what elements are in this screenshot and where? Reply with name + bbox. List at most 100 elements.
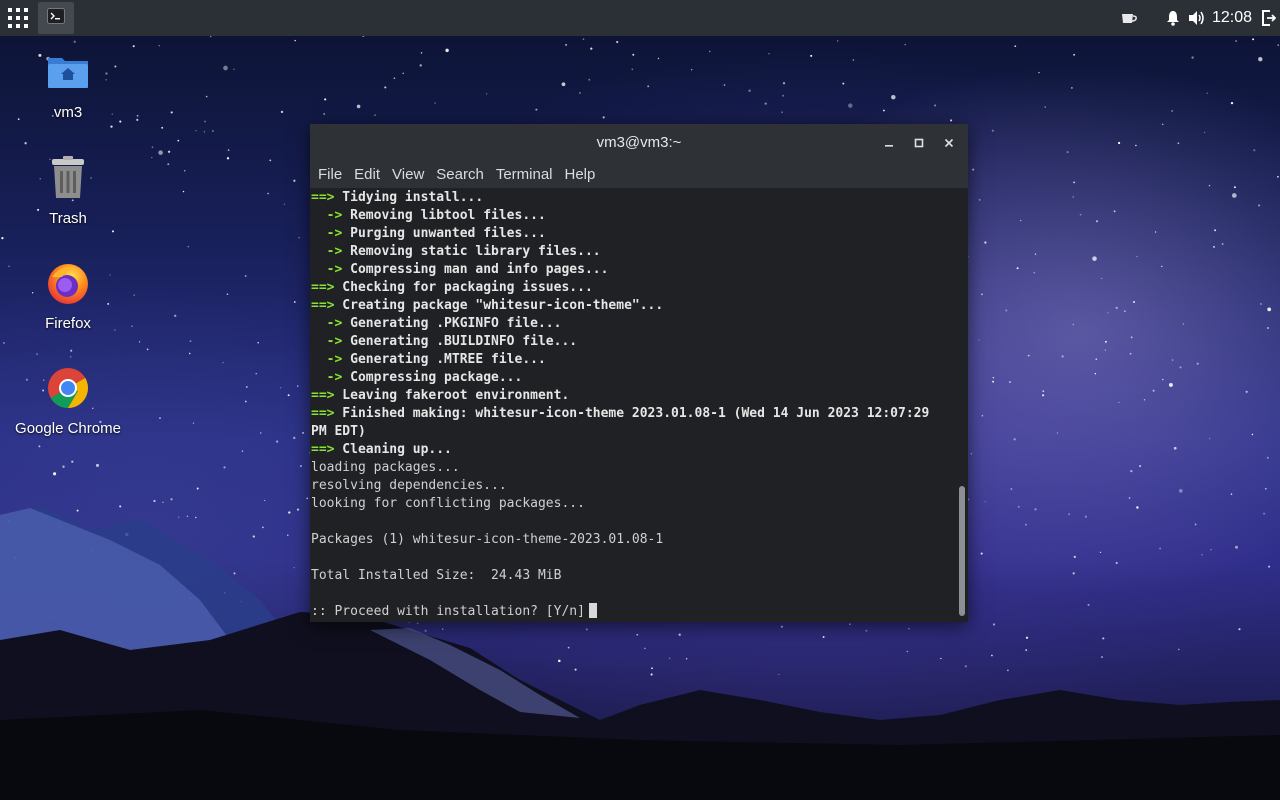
menu-edit[interactable]: Edit bbox=[348, 166, 386, 183]
terminal-line: ==> Checking for packaging issues... bbox=[311, 279, 956, 297]
line-text: Checking for packaging issues... bbox=[334, 280, 593, 295]
terminal-line: ==> Finished making: whitesur-icon-theme… bbox=[311, 405, 956, 423]
menu-search[interactable]: Search bbox=[430, 166, 490, 183]
maximize-icon bbox=[914, 133, 924, 152]
home-folder-icon bbox=[46, 50, 90, 98]
terminal-line: -> Generating .MTREE file... bbox=[311, 351, 956, 369]
terminal-window[interactable]: vm3@vm3:~ File Edit View Search Terminal… bbox=[310, 124, 968, 622]
cup-icon[interactable] bbox=[1116, 0, 1142, 36]
menu-file[interactable]: File bbox=[312, 166, 348, 183]
line-prefix: ==> bbox=[311, 406, 335, 421]
desktop-icon-home[interactable]: vm3 bbox=[8, 50, 128, 121]
line-text: Compressing package... bbox=[342, 370, 523, 385]
terminal-lines: ==> Tidying install... -> Removing libto… bbox=[310, 188, 956, 621]
line-prefix: -> bbox=[311, 244, 343, 259]
volume-icon[interactable] bbox=[1184, 0, 1210, 36]
logout-icon[interactable] bbox=[1258, 0, 1280, 36]
desktop-icon-label: Firefox bbox=[45, 315, 91, 332]
scrollbar-thumb[interactable] bbox=[959, 486, 965, 616]
line-text: Purging unwanted files... bbox=[342, 226, 546, 241]
terminal-line: -> Removing static library files... bbox=[311, 243, 956, 261]
terminal-line: -> Compressing package... bbox=[311, 369, 956, 387]
clock[interactable]: 12:08 bbox=[1210, 9, 1258, 27]
line-text: resolving dependencies... bbox=[311, 478, 507, 493]
chrome-icon bbox=[46, 366, 90, 414]
trash-icon bbox=[46, 156, 90, 204]
line-text: Total Installed Size: 24.43 MiB bbox=[311, 568, 562, 583]
system-tray: 12:08 bbox=[1116, 0, 1280, 36]
terminal-line: ==> Leaving fakeroot environment. bbox=[311, 387, 956, 405]
terminal-line: -> Purging unwanted files... bbox=[311, 225, 956, 243]
line-text: Removing libtool files... bbox=[342, 208, 546, 223]
minimize-button[interactable] bbox=[878, 131, 900, 153]
terminal-line: ==> Cleaning up... bbox=[311, 441, 956, 459]
line-text: Generating .BUILDINFO file... bbox=[342, 334, 578, 349]
close-button[interactable] bbox=[938, 131, 960, 153]
line-prefix: ==> bbox=[311, 190, 335, 205]
window-titlebar[interactable]: vm3@vm3:~ bbox=[310, 124, 968, 160]
line-prefix: -> bbox=[311, 352, 343, 367]
taskbar-terminal-button[interactable] bbox=[38, 2, 74, 34]
line-text: Finished making: whitesur-icon-theme 202… bbox=[334, 406, 930, 421]
terminal-line: loading packages... bbox=[311, 459, 956, 477]
bell-icon[interactable] bbox=[1162, 0, 1184, 36]
terminal-line: PM EDT) bbox=[311, 423, 956, 441]
terminal-scrollbar[interactable] bbox=[956, 188, 968, 622]
text-cursor bbox=[588, 603, 597, 618]
terminal-line: ==> Tidying install... bbox=[311, 189, 956, 207]
line-prefix: -> bbox=[311, 226, 343, 241]
terminal-line: Total Installed Size: 24.43 MiB bbox=[311, 567, 956, 585]
line-text: loading packages... bbox=[311, 460, 460, 475]
line-text: Generating .MTREE file... bbox=[342, 352, 546, 367]
line-text: Generating .PKGINFO file... bbox=[342, 316, 562, 331]
terminal-icon bbox=[47, 8, 65, 28]
line-text: :: Proceed with installation? [Y/n] bbox=[311, 604, 585, 619]
terminal-line: -> Generating .PKGINFO file... bbox=[311, 315, 956, 333]
line-text: Tidying install... bbox=[334, 190, 484, 205]
line-prefix: -> bbox=[311, 208, 343, 223]
desktop-icon-label: Trash bbox=[49, 210, 87, 227]
desktop-icon-chrome[interactable]: Google Chrome bbox=[8, 366, 128, 437]
firefox-icon bbox=[46, 261, 90, 309]
menu-bar: File Edit View Search Terminal Help bbox=[310, 160, 968, 188]
minimize-icon bbox=[884, 133, 894, 152]
line-text: Cleaning up... bbox=[334, 442, 452, 457]
line-prefix: ==> bbox=[311, 280, 335, 295]
line-text: Creating package "whitesur-icon-theme"..… bbox=[334, 298, 664, 313]
terminal-line: resolving dependencies... bbox=[311, 477, 956, 495]
desktop-icon-label: vm3 bbox=[53, 104, 83, 121]
menu-view[interactable]: View bbox=[386, 166, 430, 183]
terminal-line: :: Proceed with installation? [Y/n] bbox=[311, 603, 956, 621]
line-prefix: ==> bbox=[311, 298, 335, 313]
maximize-button[interactable] bbox=[908, 131, 930, 153]
desktop-icon-trash[interactable]: Trash bbox=[8, 156, 128, 227]
close-icon bbox=[944, 133, 954, 152]
desktop-icon-label: Google Chrome bbox=[15, 420, 121, 437]
menu-help[interactable]: Help bbox=[559, 166, 602, 183]
terminal-line: -> Generating .BUILDINFO file... bbox=[311, 333, 956, 351]
apps-grid-icon[interactable] bbox=[0, 0, 36, 36]
line-text: looking for conflicting packages... bbox=[311, 496, 585, 511]
line-prefix: -> bbox=[311, 370, 343, 385]
line-prefix: -> bbox=[311, 316, 343, 331]
line-text: Compressing man and info pages... bbox=[342, 262, 609, 277]
line-prefix: ==> bbox=[311, 442, 335, 457]
terminal-line: Packages (1) whitesur-icon-theme-2023.01… bbox=[311, 531, 956, 549]
line-prefix: ==> bbox=[311, 388, 335, 403]
line-text: PM EDT) bbox=[311, 424, 366, 439]
line-text: Packages (1) whitesur-icon-theme-2023.01… bbox=[311, 532, 664, 547]
line-text: Leaving fakeroot environment. bbox=[334, 388, 570, 403]
terminal-output[interactable]: ==> Tidying install... -> Removing libto… bbox=[310, 188, 956, 622]
menu-terminal[interactable]: Terminal bbox=[490, 166, 559, 183]
top-panel: 12:08 bbox=[0, 0, 1280, 36]
terminal-line: -> Removing libtool files... bbox=[311, 207, 956, 225]
line-prefix: -> bbox=[311, 334, 343, 349]
line-prefix: -> bbox=[311, 262, 343, 277]
terminal-line: -> Compressing man and info pages... bbox=[311, 261, 956, 279]
terminal-line: looking for conflicting packages... bbox=[311, 495, 956, 513]
window-controls bbox=[878, 124, 960, 160]
desktop-icon-firefox[interactable]: Firefox bbox=[8, 261, 128, 332]
